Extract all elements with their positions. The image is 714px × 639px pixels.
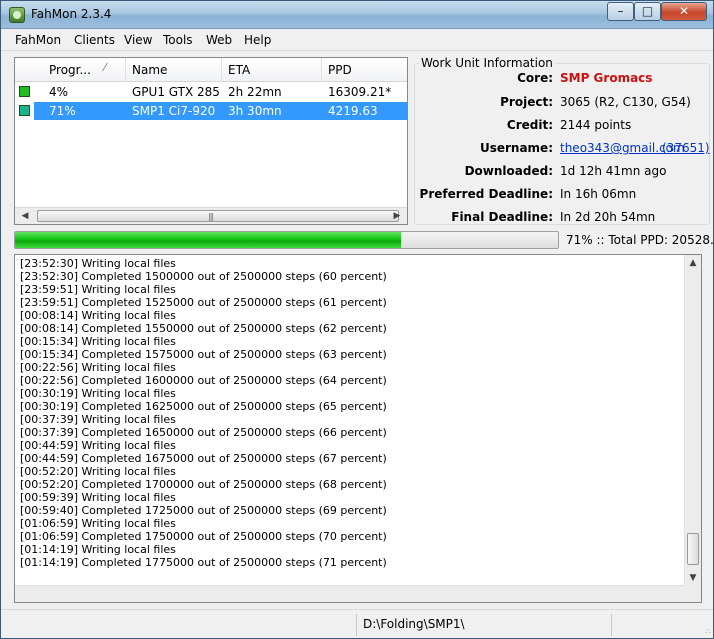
- client-list-horizontal-scrollbar[interactable]: ◀ ||| ▶: [15, 207, 407, 224]
- log-line: [00:15:34] Writing local files: [20, 335, 176, 348]
- client-progress: 4%: [49, 85, 69, 99]
- log-line: [00:52:20] Writing local files: [20, 465, 176, 478]
- close-button[interactable]: ✕: [661, 2, 707, 21]
- log-line: [00:22:56] Completed 1600000 out of 2500…: [20, 374, 387, 387]
- client-progress: 71%: [49, 104, 76, 118]
- client-name: GPU1 GTX 285: [132, 85, 220, 99]
- team-link[interactable]: (37651): [662, 141, 710, 155]
- column-divider[interactable]: [221, 58, 222, 82]
- log-line: [00:37:39] Completed 1650000 out of 2500…: [20, 426, 387, 439]
- core-label: Core:: [517, 71, 553, 85]
- preferred-deadline-label: Preferred Deadline:: [419, 187, 553, 201]
- log-line: [00:59:40] Completed 1725000 out of 2500…: [20, 504, 387, 517]
- scroll-thumb[interactable]: |||: [37, 210, 399, 222]
- log-line: [00:08:14] Writing local files: [20, 309, 176, 322]
- log-line: [00:59:39] Writing local files: [20, 491, 176, 504]
- log-line: [00:37:39] Writing local files: [20, 413, 176, 426]
- column-ppd[interactable]: PPD: [328, 63, 352, 77]
- client-status-icon: [19, 86, 30, 97]
- menu-view[interactable]: View: [124, 33, 152, 47]
- log-vertical-scrollbar[interactable]: ▲ ▼: [684, 255, 701, 586]
- log-viewer[interactable]: [23:52:30] Writing local files [23:52:30]…: [14, 254, 702, 603]
- final-deadline-label: Final Deadline:: [451, 210, 553, 224]
- client-list-header: Progr... ⁄ Name ETA PPD: [15, 58, 407, 82]
- log-line: [00:44:59] Writing local files: [20, 439, 176, 452]
- work-unit-info-caption: Work Unit Information: [419, 56, 555, 70]
- fahmon-app-icon[interactable]: [9, 7, 25, 23]
- credit-label: Credit:: [506, 118, 553, 132]
- column-progress[interactable]: Progr...: [49, 63, 91, 77]
- username-label: Username:: [479, 141, 553, 155]
- status-divider: [356, 614, 357, 636]
- column-divider[interactable]: [125, 58, 126, 82]
- resize-grip-icon[interactable]: ∴: [706, 628, 711, 636]
- scroll-thumb[interactable]: [687, 533, 699, 565]
- log-line: [00:08:14] Completed 1550000 out of 2500…: [20, 322, 387, 335]
- scroll-right-icon[interactable]: ▶: [389, 209, 405, 223]
- log-line: [00:52:20] Completed 1700000 out of 2500…: [20, 478, 387, 491]
- log-line: [01:14:19] Writing local files: [20, 543, 176, 556]
- log-lines: [23:52:30] Writing local files [23:52:30]…: [20, 257, 680, 569]
- log-line: [23:59:51] Writing local files: [20, 283, 176, 296]
- maximize-button[interactable]: □: [634, 2, 661, 21]
- status-divider: [611, 614, 612, 636]
- log-line: [00:30:19] Writing local files: [20, 387, 176, 400]
- preferred-deadline-value: In 16h 06mn: [560, 187, 637, 201]
- client-status-icon: [19, 105, 30, 116]
- scroll-left-icon[interactable]: ◀: [17, 209, 33, 223]
- column-eta[interactable]: ETA: [228, 63, 250, 77]
- log-line: [00:15:34] Completed 1575000 out of 2500…: [20, 348, 387, 361]
- menu-tools[interactable]: Tools: [163, 33, 193, 47]
- title-bar[interactable]: FahMon 2.3.4 – □ ✕: [1, 1, 713, 29]
- log-line: [23:59:51] Completed 1525000 out of 2500…: [20, 296, 387, 309]
- client-ppd: 16309.21*: [328, 85, 392, 99]
- column-divider[interactable]: [321, 58, 322, 82]
- log-line: [00:44:59] Completed 1675000 out of 2500…: [20, 452, 387, 465]
- progress-bar: [14, 231, 559, 249]
- progress-fill: [15, 232, 401, 248]
- client-row-selected[interactable]: 71% SMP1 Ci7-920 3h 30mn 4219.63: [15, 102, 407, 120]
- client-name: SMP1 Ci7-920: [132, 104, 216, 118]
- log-line: [00:30:19] Completed 1625000 out of 2500…: [20, 400, 387, 413]
- fahmon-window: FahMon 2.3.4 – □ ✕ FahMon Clients View T…: [0, 0, 714, 639]
- scrollbar-corner: [684, 585, 701, 602]
- scroll-up-icon[interactable]: ▲: [685, 255, 701, 271]
- status-path: D:\Folding\SMP1\: [363, 617, 465, 631]
- client-eta: 3h 30mn: [228, 104, 282, 118]
- project-label: Project:: [500, 95, 553, 109]
- menu-clients[interactable]: Clients: [74, 33, 115, 47]
- menu-bar: FahMon Clients View Tools Web Help: [1, 30, 713, 51]
- window-title: FahMon 2.3.4: [31, 7, 112, 21]
- sort-indicator-icon: ⁄: [104, 61, 106, 74]
- progress-summary: 71% :: Total PPD: 20528.84: [566, 233, 714, 247]
- scroll-down-icon[interactable]: ▼: [685, 570, 701, 586]
- log-line: [01:06:59] Completed 1750000 out of 2500…: [20, 530, 387, 543]
- menu-fahmon[interactable]: FahMon: [15, 33, 61, 47]
- core-value: SMP Gromacs: [560, 71, 653, 85]
- log-line: [00:22:56] Writing local files: [20, 361, 176, 374]
- column-name[interactable]: Name: [132, 63, 167, 77]
- scroll-grip-icon: |||: [208, 212, 214, 221]
- client-row[interactable]: 4% GPU1 GTX 285 2h 22mn 16309.21*: [15, 83, 407, 101]
- minimize-button[interactable]: –: [607, 2, 634, 21]
- menu-web[interactable]: Web: [206, 33, 232, 47]
- log-line: [01:06:59] Writing local files: [20, 517, 176, 530]
- log-horizontal-scrollbar[interactable]: [15, 585, 684, 602]
- log-line: [23:52:30] Writing local files: [20, 257, 176, 270]
- downloaded-value: 1d 12h 41mn ago: [560, 164, 667, 178]
- client-ppd: 4219.63: [328, 104, 378, 118]
- project-value: 3065 (R2, C130, G54): [560, 95, 691, 109]
- client-list[interactable]: Progr... ⁄ Name ETA PPD 4% GPU1 GTX 285 …: [14, 57, 408, 225]
- status-bar: D:\Folding\SMP1\ ∴: [1, 609, 713, 638]
- client-eta: 2h 22mn: [228, 85, 282, 99]
- log-line: [01:14:19] Completed 1775000 out of 2500…: [20, 556, 387, 569]
- final-deadline-value: In 2d 20h 54mn: [560, 210, 656, 224]
- downloaded-label: Downloaded:: [464, 164, 553, 178]
- menu-help[interactable]: Help: [244, 33, 271, 47]
- log-line: [23:52:30] Completed 1500000 out of 2500…: [20, 270, 387, 283]
- credit-value: 2144 points: [560, 118, 632, 132]
